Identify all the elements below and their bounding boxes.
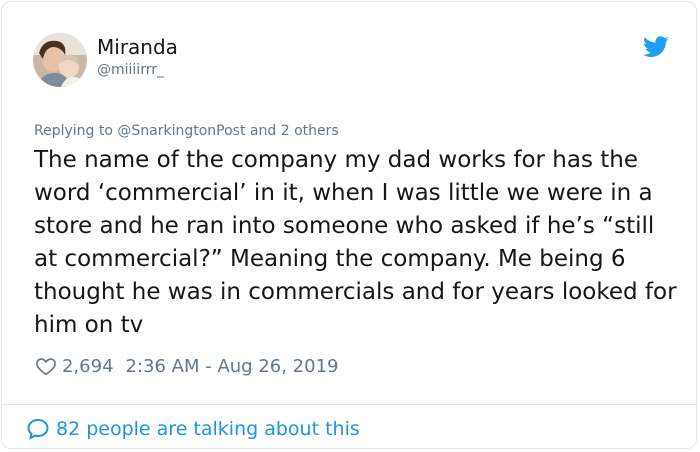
speech-bubble-icon	[27, 418, 49, 440]
tweet-card: Miranda @miiiirrr_ Replying to @Snarking…	[1, 1, 697, 449]
author-handle[interactable]: @miiiirrr_	[97, 62, 164, 78]
timestamp[interactable]: 2:36 AM - Aug 26, 2019	[126, 356, 339, 377]
tweet-meta: 2,694 2:36 AM - Aug 26, 2019	[35, 354, 338, 378]
heart-icon[interactable]	[35, 355, 57, 377]
author-name[interactable]: Miranda	[97, 35, 178, 59]
reply-suffix[interactable]: and 2 others	[250, 123, 339, 139]
tweet-text: The name of the company my dad works for…	[34, 147, 677, 338]
like-count[interactable]: 2,694	[62, 356, 114, 377]
reply-mention-link[interactable]: @SnarkingtonPost	[117, 123, 245, 139]
conversation-link[interactable]: 82 people are talking about this	[26, 416, 360, 442]
talking-text[interactable]: 82 people are talking about this	[56, 418, 360, 440]
avatar[interactable]	[33, 33, 87, 87]
footer-divider	[2, 404, 696, 405]
twitter-bird-icon[interactable]	[643, 36, 669, 58]
reply-context: Replying to @SnarkingtonPost and 2 other…	[34, 123, 339, 139]
reply-prefix: Replying to	[34, 123, 113, 139]
